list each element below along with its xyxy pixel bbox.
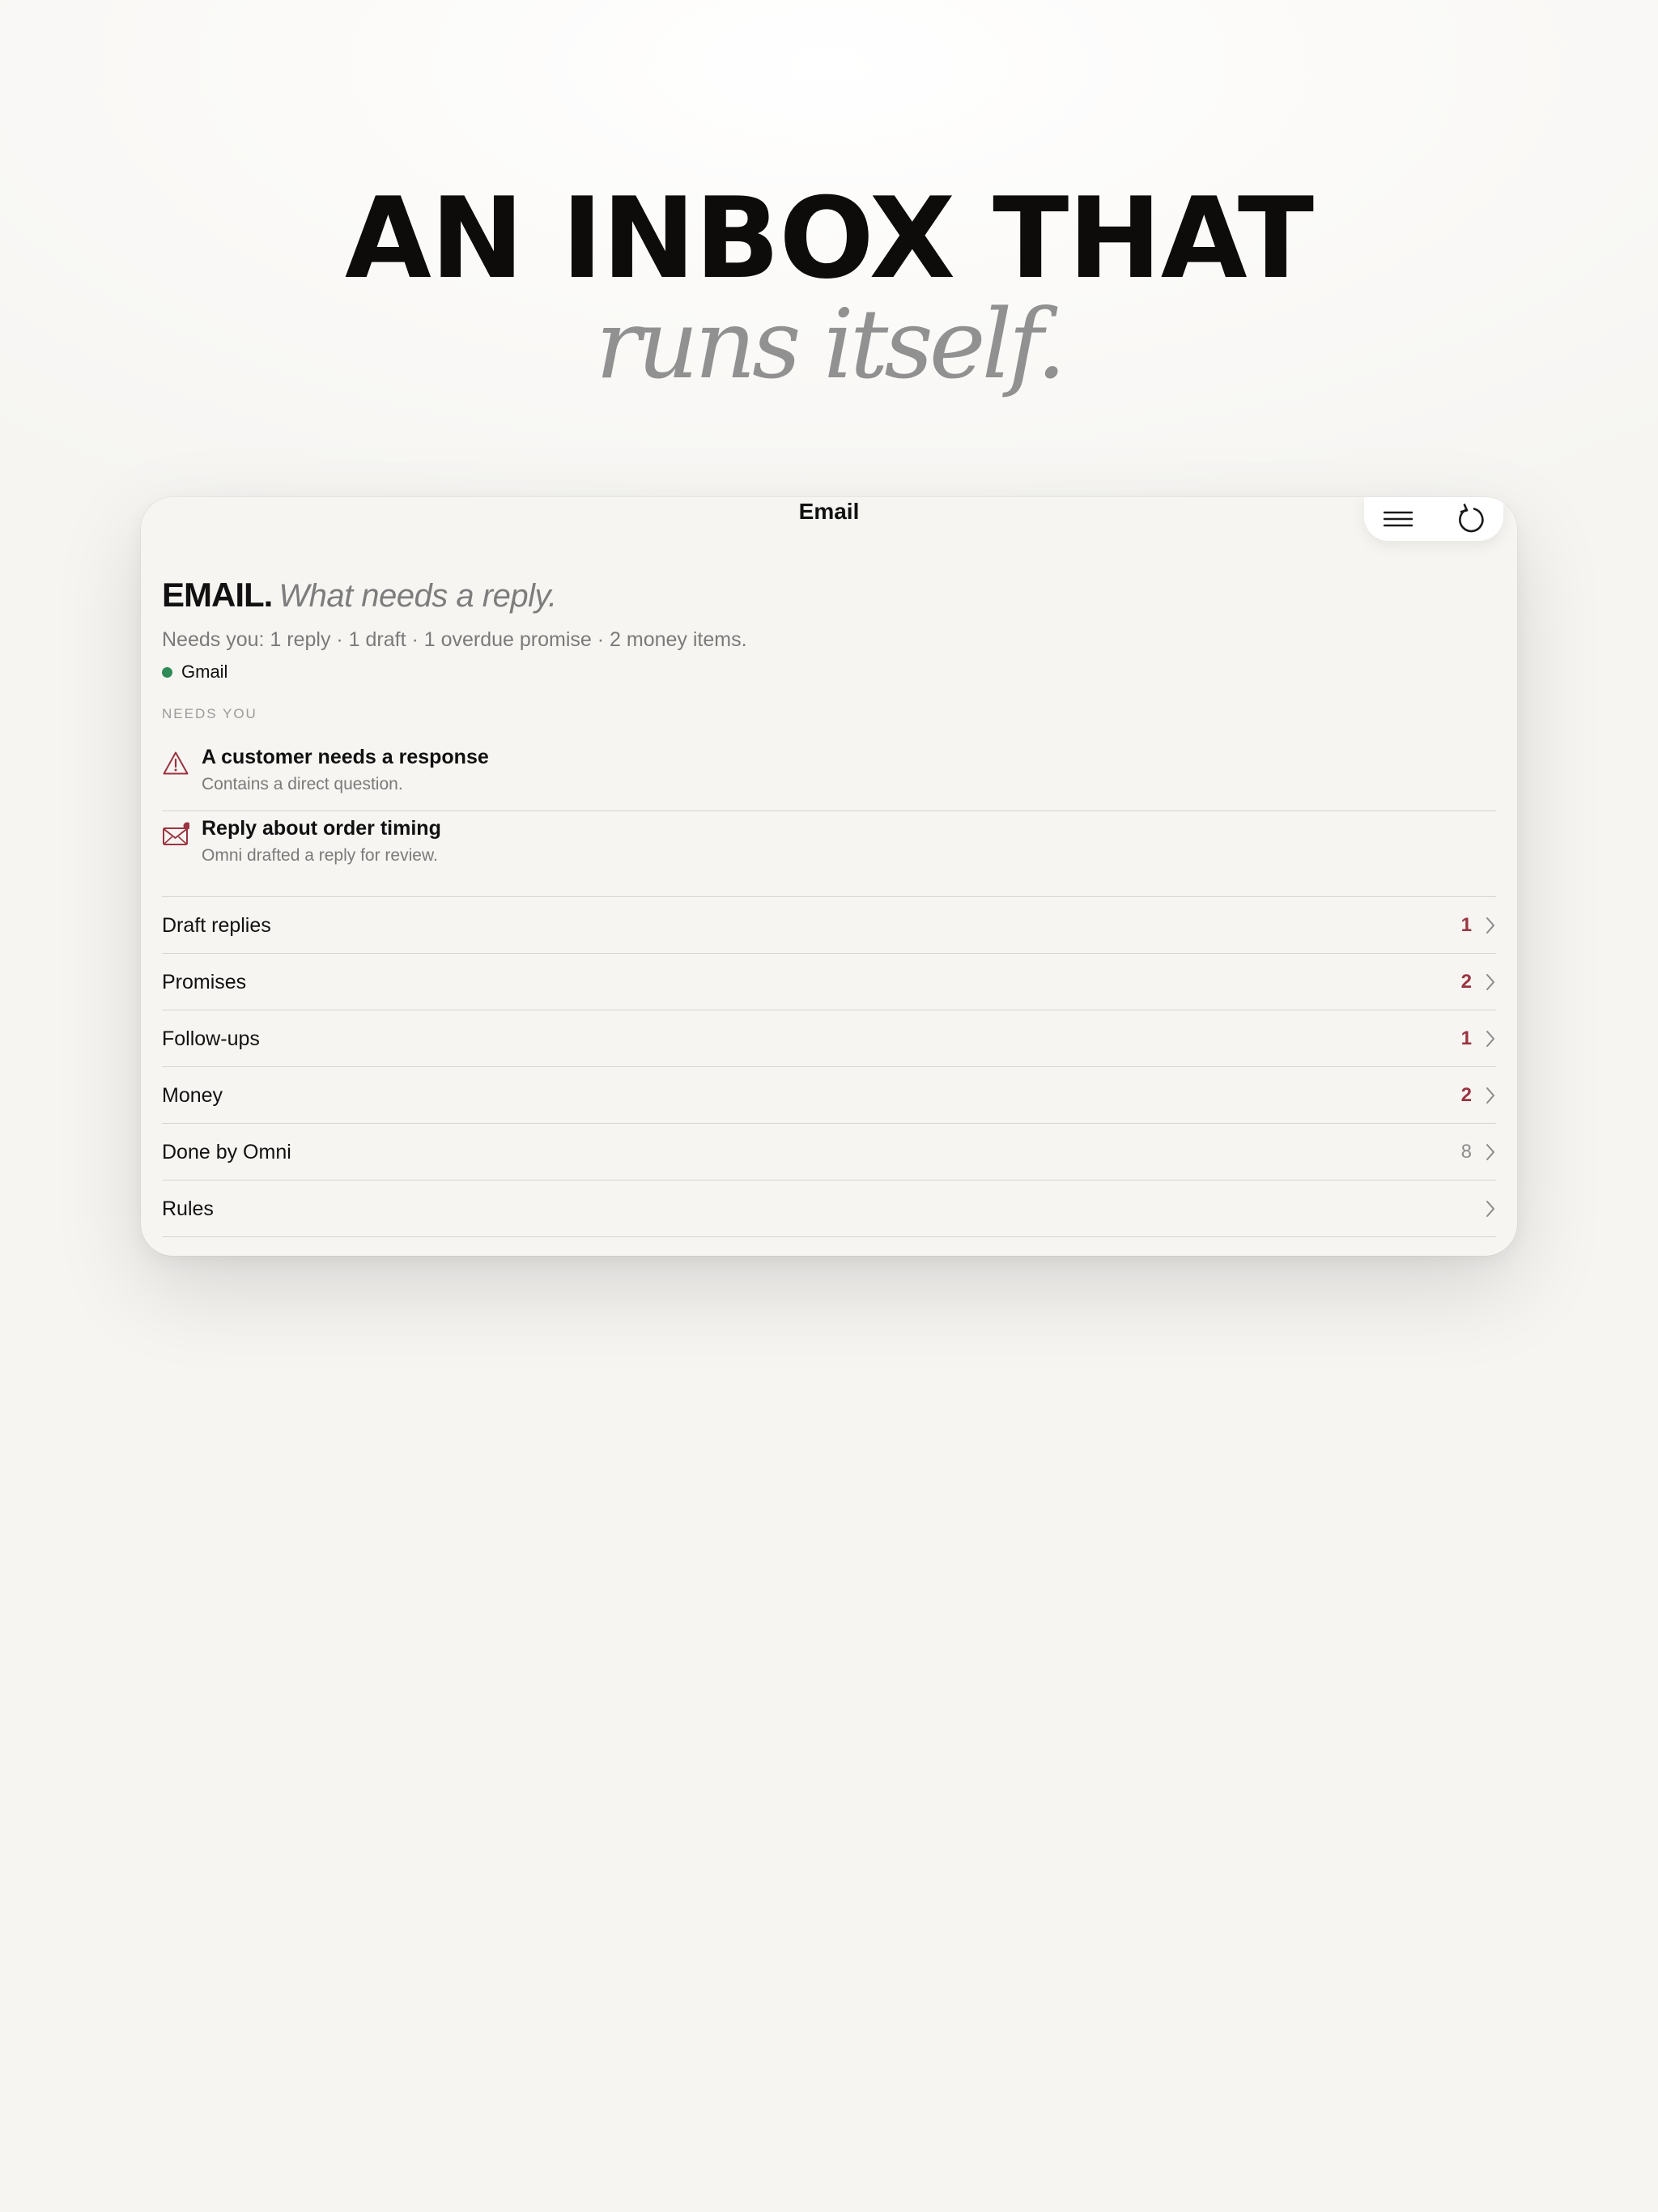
needs-you-item-subtitle: Contains a direct question.	[202, 775, 403, 793]
needs-you-item-title: Reply about order timing	[202, 817, 441, 840]
category-label: Draft replies	[162, 914, 271, 937]
chevron-right-icon	[1486, 1144, 1494, 1160]
category-count: 2	[1460, 971, 1472, 993]
category-count: 8	[1460, 1141, 1472, 1163]
needs-you-item-subtitle: Omni drafted a reply for review.	[202, 846, 438, 865]
needs-you-item-customer-response[interactable]: A customer needs a response Contains a d…	[162, 743, 1496, 815]
category-row-rules[interactable]: Rules	[162, 1180, 1496, 1237]
menu-icon	[1383, 511, 1414, 527]
window-title: Email	[798, 499, 860, 524]
category-row-money[interactable]: Money 2	[162, 1066, 1496, 1123]
page-title-italic: What needs a reply.	[278, 578, 557, 614]
email-app-window: Email EMAIL. What needs a reply. Needs yo…	[141, 497, 1517, 1256]
needs-you-summary: Needs you: 1 reply · 1 draft · 1 overdue…	[162, 628, 747, 651]
page-title-strong: EMAIL.	[162, 576, 273, 614]
account-source-label: Gmail	[181, 661, 228, 682]
refresh-icon	[1459, 504, 1484, 533]
category-label: Follow-ups	[162, 1027, 260, 1050]
category-label: Promises	[162, 971, 247, 993]
mail-unread-icon	[163, 822, 189, 845]
hero-subline: runs itself.	[595, 288, 1067, 400]
page-title: EMAIL. What needs a reply.	[162, 575, 557, 623]
needs-you-item-title: A customer needs a response	[202, 746, 489, 768]
chevron-right-icon	[1486, 1201, 1494, 1217]
category-list: Draft replies 1 Promises 2 Follow-ups 1 …	[162, 896, 1496, 1237]
needs-you-section-label: NEEDS YOU	[162, 706, 257, 721]
category-label: Rules	[162, 1197, 214, 1220]
connected-status-dot	[162, 666, 172, 678]
category-count: 1	[1460, 1027, 1472, 1049]
category-label: Money	[162, 1084, 223, 1107]
category-label: Done by Omni	[162, 1141, 291, 1163]
refresh-button[interactable]	[1447, 497, 1495, 541]
chevron-right-icon	[1486, 917, 1494, 934]
category-row-promises[interactable]: Promises 2	[162, 953, 1496, 1010]
menu-button[interactable]	[1374, 497, 1422, 541]
needs-you-item-order-timing[interactable]: Reply about order timing Omni drafted a …	[162, 815, 1496, 886]
needs-you-divider	[162, 810, 1496, 811]
chevron-right-icon	[1486, 1031, 1494, 1047]
warning-icon	[163, 751, 189, 775]
category-row-follow-ups[interactable]: Follow-ups 1	[162, 1010, 1496, 1066]
category-row-done-by-omni[interactable]: Done by Omni 8	[162, 1123, 1496, 1180]
category-count: 2	[1460, 1084, 1472, 1106]
chevron-right-icon	[1486, 1087, 1494, 1104]
chevron-right-icon	[1486, 974, 1494, 990]
category-row-draft-replies[interactable]: Draft replies 1	[162, 896, 1496, 953]
category-count: 1	[1460, 914, 1472, 936]
account-source: Gmail	[162, 660, 227, 684]
window-toolbar	[1364, 497, 1503, 541]
